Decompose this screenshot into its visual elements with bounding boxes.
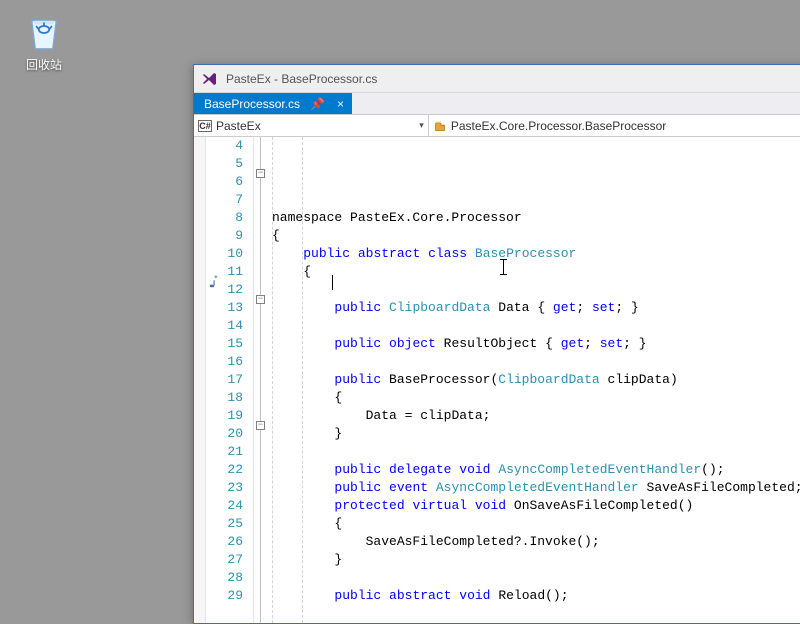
code-line[interactable]: protected virtual void OnSaveAsFileCompl…: [268, 497, 800, 515]
outline-toggle[interactable]: −: [256, 295, 265, 304]
line-number: 13: [206, 299, 243, 317]
window-title: PasteEx - BaseProcessor.cs: [226, 72, 377, 86]
code-line[interactable]: }: [268, 551, 800, 569]
nav-class-label: PasteEx.Core.Processor.BaseProcessor: [451, 119, 666, 133]
line-number: 10: [206, 245, 243, 263]
code-line[interactable]: Data = clipData;: [268, 407, 800, 425]
outline-toggle[interactable]: −: [256, 421, 265, 430]
code-line[interactable]: public object ResultObject { get; set; }: [268, 335, 800, 353]
code-line[interactable]: [268, 605, 800, 623]
recycle-bin-label: 回收站: [14, 56, 74, 73]
line-number: 16: [206, 353, 243, 371]
code-line[interactable]: {: [268, 389, 800, 407]
line-number: 25: [206, 515, 243, 533]
nav-project-dropdown[interactable]: C# PasteEx ▾: [194, 115, 429, 136]
code-line[interactable]: [268, 353, 800, 371]
quick-actions-icon[interactable]: [208, 275, 222, 295]
code-line[interactable]: [268, 317, 800, 335]
chevron-down-icon: ▾: [419, 120, 424, 131]
code-area[interactable]: namespace PasteEx.Core.Processor{ public…: [268, 137, 800, 623]
line-number: 6: [206, 173, 243, 191]
code-line[interactable]: SaveAsFileCompleted?.Invoke();: [268, 533, 800, 551]
line-number: 22: [206, 461, 243, 479]
line-number: 19: [206, 407, 243, 425]
line-number: 21: [206, 443, 243, 461]
line-number: 26: [206, 533, 243, 551]
code-line[interactable]: [268, 281, 800, 299]
line-number: 29: [206, 587, 243, 605]
line-number: 9: [206, 227, 243, 245]
text-caret: [332, 275, 333, 290]
line-number: 4: [206, 137, 243, 155]
pin-icon[interactable]: 📌: [308, 97, 327, 111]
nav-project-label: PasteEx: [216, 119, 261, 133]
code-line[interactable]: public BaseProcessor(ClipboardData clipD…: [268, 371, 800, 389]
code-line[interactable]: {: [268, 263, 800, 281]
code-line[interactable]: namespace PasteEx.Core.Processor: [268, 209, 800, 227]
indicator-margin: [194, 137, 206, 623]
line-number: 8: [206, 209, 243, 227]
vs-window: PasteEx - BaseProcessor.cs BaseProcessor…: [193, 64, 800, 624]
line-number: 23: [206, 479, 243, 497]
line-number: 15: [206, 335, 243, 353]
line-number: 18: [206, 389, 243, 407]
recycle-bin[interactable]: 回收站: [14, 12, 74, 73]
line-number: 27: [206, 551, 243, 569]
document-tab-row: BaseProcessor.cs 📌 ×: [194, 93, 800, 115]
code-line[interactable]: }: [268, 425, 800, 443]
code-line[interactable]: public delegate void AsyncCompletedEvent…: [268, 461, 800, 479]
line-number: 24: [206, 497, 243, 515]
csharp-icon: C#: [198, 119, 212, 133]
code-line[interactable]: public ClipboardData Data { get; set; }: [268, 299, 800, 317]
line-number-gutter: 4567891011121314151617181920212223242526…: [206, 137, 254, 623]
line-number: 7: [206, 191, 243, 209]
document-tab-active[interactable]: BaseProcessor.cs 📌 ×: [194, 93, 352, 114]
vs-logo-icon: [198, 68, 220, 90]
code-line[interactable]: [268, 443, 800, 461]
code-line[interactable]: [268, 569, 800, 587]
mouse-ibeam-cursor-icon: [500, 259, 507, 275]
code-line[interactable]: public abstract class BaseProcessor: [268, 245, 800, 263]
recycle-bin-icon: [23, 12, 65, 54]
code-line[interactable]: {: [268, 227, 800, 245]
outline-toggle[interactable]: −: [256, 169, 265, 178]
line-number: 17: [206, 371, 243, 389]
line-number: 20: [206, 425, 243, 443]
line-number: 28: [206, 569, 243, 587]
code-line[interactable]: public abstract void Reload();: [268, 587, 800, 605]
code-line[interactable]: {: [268, 515, 800, 533]
code-line[interactable]: public event AsyncCompletedEventHandler …: [268, 479, 800, 497]
navigation-bar: C# PasteEx ▾ PasteEx.Core.Processor.Base…: [194, 115, 800, 137]
document-tab-label: BaseProcessor.cs: [204, 97, 300, 111]
line-number: 14: [206, 317, 243, 335]
code-editor[interactable]: 4567891011121314151617181920212223242526…: [194, 137, 800, 623]
close-icon[interactable]: ×: [335, 97, 346, 111]
class-icon: [433, 119, 447, 133]
nav-class-dropdown[interactable]: PasteEx.Core.Processor.BaseProcessor ▾: [429, 115, 800, 136]
outlining-margin[interactable]: − − −: [254, 137, 268, 623]
line-number: 5: [206, 155, 243, 173]
titlebar[interactable]: PasteEx - BaseProcessor.cs: [194, 65, 800, 93]
